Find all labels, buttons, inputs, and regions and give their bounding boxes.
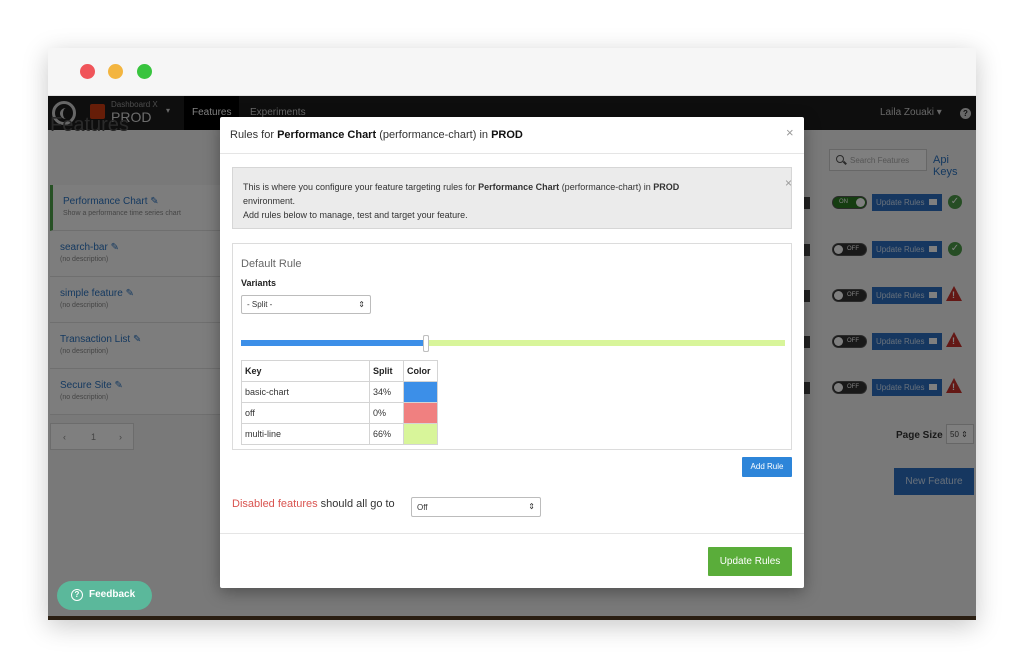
- variant-split: 66%: [369, 423, 404, 445]
- info-alert: This is where you configure your feature…: [232, 167, 792, 229]
- variant-select[interactable]: - Split - ⇕: [241, 295, 371, 314]
- rule-title: Default Rule: [241, 258, 302, 270]
- split-slider[interactable]: [241, 335, 785, 352]
- add-rule-button[interactable]: Add Rule: [742, 457, 792, 477]
- variant-key: multi-line: [241, 423, 370, 445]
- color-swatch[interactable]: [404, 424, 437, 444]
- window-titlebar: [48, 48, 976, 96]
- rules-modal: Rules for Performance Chart (performance…: [220, 117, 804, 588]
- variant-split-table: Key Split Color basic-chart 34% off 0% m: [241, 360, 438, 445]
- variant-split: 0%: [369, 402, 404, 424]
- default-rule-panel: Default Rule Variants - Split - ⇕ Key Sp…: [232, 243, 792, 450]
- table-row: multi-line 66%: [241, 423, 438, 445]
- disabled-variant-select[interactable]: Off ⇕: [411, 497, 541, 517]
- variant-split: 34%: [369, 381, 404, 403]
- variant-key: basic-chart: [241, 381, 370, 403]
- alert-close-icon[interactable]: ×: [785, 176, 792, 190]
- modal-header: Rules for Performance Chart (performance…: [220, 117, 804, 154]
- column-header-color: Color: [403, 360, 438, 382]
- window-close-icon[interactable]: [80, 64, 95, 79]
- bottom-strip: [48, 616, 976, 620]
- slider-segment-basic-chart: [241, 340, 426, 346]
- close-icon[interactable]: ×: [786, 125, 794, 140]
- window-maximize-icon[interactable]: [137, 64, 152, 79]
- feedback-label: Feedback: [89, 589, 136, 600]
- modal-footer: Update Rules: [220, 533, 804, 588]
- column-header-split: Split: [369, 360, 404, 382]
- column-header-key: Key: [241, 360, 370, 382]
- feedback-button[interactable]: ? Feedback: [57, 581, 152, 610]
- window-minimize-icon[interactable]: [108, 64, 123, 79]
- variant-key: off: [241, 402, 370, 424]
- color-swatch[interactable]: [404, 403, 437, 423]
- select-arrows-icon: ⇕: [358, 300, 365, 309]
- update-rules-submit-button[interactable]: Update Rules: [708, 547, 792, 576]
- question-circle-icon: ?: [71, 589, 83, 601]
- slider-handle[interactable]: [422, 335, 429, 352]
- color-swatch[interactable]: [404, 382, 437, 402]
- modal-title: Rules for Performance Chart (performance…: [230, 129, 523, 141]
- slider-segment-multi-line: [425, 340, 785, 346]
- variants-label: Variants: [241, 278, 277, 288]
- table-row: basic-chart 34%: [241, 381, 438, 403]
- table-row: off 0%: [241, 402, 438, 424]
- select-arrows-icon: ⇕: [528, 502, 535, 511]
- disabled-features-label: Disabled features should all go to: [232, 498, 395, 510]
